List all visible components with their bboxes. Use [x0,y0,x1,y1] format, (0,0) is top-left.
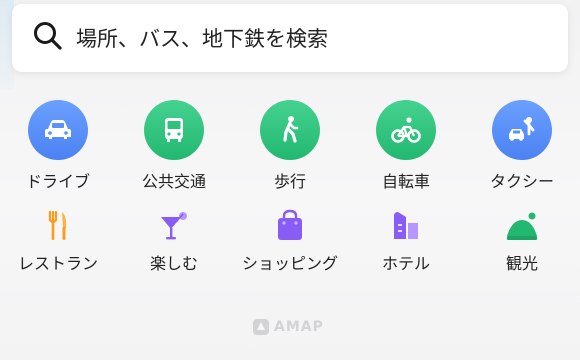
sightseeing-icon [502,206,542,246]
search-icon [32,20,64,56]
transport-mode-row: ドライブ 公共交通 歩行 自転車 タクシー [0,100,580,192]
category-sightseeing[interactable]: 観光 [464,206,580,274]
hotel-icon [386,206,426,246]
transport-label: ドライブ [25,172,90,191]
category-entertainment[interactable]: 楽しむ [116,206,232,274]
search-input[interactable]: 場所、バス、地下鉄を検索 [76,23,328,53]
transport-public-transit[interactable]: 公共交通 [116,100,232,192]
car-icon [28,100,88,160]
transport-drive[interactable]: ドライブ [0,100,116,192]
search-bar[interactable]: 場所、バス、地下鉄を検索 [12,4,568,72]
cocktail-icon [154,206,194,246]
category-label: ショッピング [241,254,338,273]
bicycle-icon [376,100,436,160]
category-restaurant[interactable]: レストラン [0,206,116,274]
transport-bicycle[interactable]: 自転車 [348,100,464,192]
bus-icon [144,100,204,160]
category-label: ホテル [381,254,430,273]
transport-taxi[interactable]: タクシー [464,100,580,192]
category-label: 観光 [505,254,538,273]
category-label: レストラン [17,254,98,273]
fork-knife-icon [38,206,78,246]
amap-logo-icon [253,319,269,335]
category-shopping[interactable]: ショッピング [232,206,348,274]
category-label: 楽しむ [149,254,198,273]
transport-label: 歩行 [273,172,306,191]
transport-label: 自転車 [381,172,430,191]
taxi-icon [492,100,552,160]
walking-icon [260,100,320,160]
shopping-bag-icon [270,206,310,246]
logo-text: AMAP [274,319,324,335]
category-row: レストラン 楽しむ ショッピング ホテル 観光 [0,206,580,274]
transport-walk[interactable]: 歩行 [232,100,348,192]
category-hotel[interactable]: ホテル [348,206,464,274]
transport-label: タクシー [489,172,554,191]
transport-label: 公共交通 [141,172,206,191]
amap-logo: AMAP [252,318,324,336]
